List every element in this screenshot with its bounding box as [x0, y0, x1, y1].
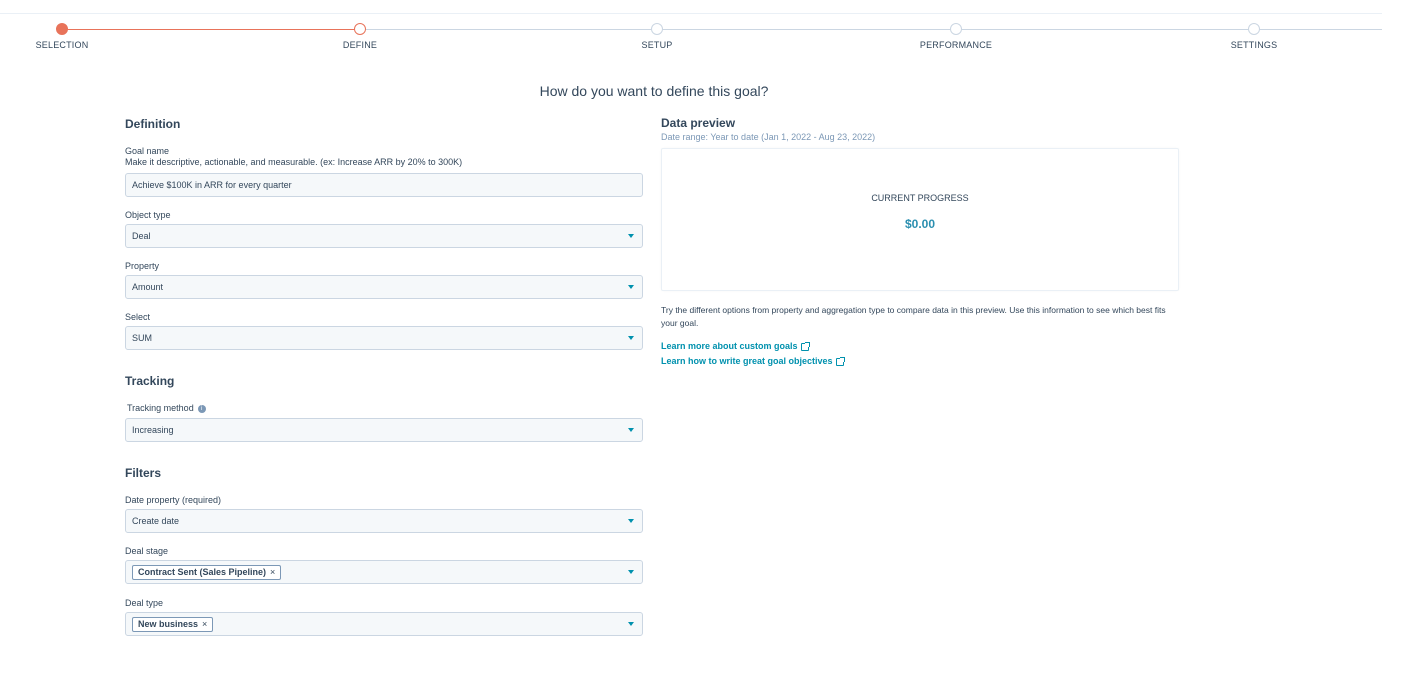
deal-stage-select[interactable]: Contract Sent (Sales Pipeline) × — [125, 560, 643, 584]
tracking-heading: Tracking — [125, 374, 175, 388]
preview-note: Try the different options from property … — [661, 305, 1166, 328]
custom-goals-link[interactable]: Learn more about custom goals — [661, 341, 810, 351]
preview-card: CURRENT PROGRESS $0.00 — [661, 148, 1179, 291]
date-property-value: Create date — [132, 516, 180, 526]
step-label: PERFORMANCE — [919, 40, 993, 50]
object-type-select[interactable]: Deal — [125, 224, 643, 248]
goal-name-input[interactable]: Achieve $100K in ARR for every quarter — [125, 173, 643, 197]
tracking-method-value: Increasing — [132, 425, 174, 435]
stepper-line-completed — [62, 29, 360, 30]
chevron-down-icon — [628, 622, 634, 626]
step-current-dot-icon — [354, 23, 366, 35]
goal-name-label: Goal name — [125, 146, 170, 156]
stepper-line-remaining — [360, 29, 1382, 30]
tag-label: Contract Sent (Sales Pipeline) — [138, 567, 267, 577]
aggregation-select[interactable]: SUM — [125, 326, 643, 350]
step-dot-icon — [950, 23, 962, 35]
tracking-method-label-row: Tracking method i — [127, 403, 206, 413]
deal-type-select[interactable]: New business × — [125, 612, 643, 636]
chevron-down-icon — [628, 570, 634, 574]
chevron-down-icon — [628, 519, 634, 523]
current-progress-label: CURRENT PROGRESS — [871, 193, 969, 203]
step-label: SELECTION — [35, 40, 89, 50]
property-label: Property — [125, 261, 160, 271]
step-dot-icon — [1248, 23, 1260, 35]
top-divider — [0, 13, 1382, 14]
chevron-down-icon — [628, 285, 634, 289]
deal-stage-tag: Contract Sent (Sales Pipeline) × — [132, 565, 282, 580]
external-link-icon — [800, 341, 810, 351]
chevron-down-icon — [628, 428, 634, 432]
step-label: DEFINE — [342, 40, 378, 50]
step-label: SETTINGS — [1230, 40, 1278, 50]
progress-stepper: SELECTION DEFINE SETUP PERFORMANCE SETTI… — [0, 0, 1408, 60]
aggregation-value: SUM — [132, 333, 152, 343]
goal-name-value: Achieve $100K in ARR for every quarter — [132, 180, 292, 190]
tracking-method-label: Tracking method — [127, 403, 194, 413]
object-type-label: Object type — [125, 210, 171, 220]
tag-remove-icon[interactable]: × — [202, 619, 207, 629]
select-label: Select — [125, 312, 151, 322]
tag-label: New business — [138, 619, 199, 629]
step-dot-icon — [651, 23, 663, 35]
step-done-dot-icon — [56, 23, 68, 35]
property-select[interactable]: Amount — [125, 275, 643, 299]
goal-name-help: Make it descriptive, actionable, and mea… — [125, 157, 463, 167]
deal-type-label: Deal type — [125, 598, 164, 608]
external-link-icon — [835, 356, 845, 366]
custom-goals-link-text: Learn more about custom goals — [661, 341, 798, 351]
filters-heading: Filters — [125, 466, 162, 480]
page-title: How do you want to define this goal? — [539, 83, 769, 99]
date-property-label: Date property (required) — [125, 495, 222, 505]
chevron-down-icon — [628, 234, 634, 238]
tracking-method-select[interactable]: Increasing — [125, 418, 643, 442]
deal-stage-label: Deal stage — [125, 546, 169, 556]
object-type-value: Deal — [132, 231, 151, 241]
tag-remove-icon[interactable]: × — [270, 567, 275, 577]
date-range-text: Date range: Year to date (Jan 1, 2022 - … — [661, 132, 876, 142]
goal-objectives-link-text: Learn how to write great goal objectives — [661, 356, 833, 366]
current-progress-value: $0.00 — [904, 217, 936, 231]
date-property-select[interactable]: Create date — [125, 509, 643, 533]
definition-heading: Definition — [125, 117, 181, 131]
chevron-down-icon — [628, 336, 634, 340]
goal-objectives-link[interactable]: Learn how to write great goal objectives — [661, 356, 845, 366]
info-icon[interactable]: i — [197, 404, 206, 413]
property-value: Amount — [132, 282, 164, 292]
deal-type-tag: New business × — [132, 617, 214, 632]
step-label: SETUP — [641, 40, 673, 50]
data-preview-heading: Data preview — [661, 116, 736, 130]
